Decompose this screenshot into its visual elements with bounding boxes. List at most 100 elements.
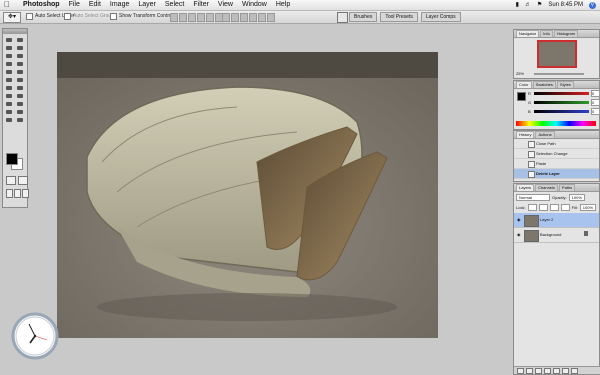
pen-tool-icon[interactable] — [4, 100, 14, 107]
layer-row-layer-2[interactable]: ◉ Layer 2 — [514, 213, 599, 228]
menu-view[interactable]: View — [218, 1, 233, 9]
magic-wand-tool-icon[interactable] — [15, 44, 25, 51]
lock-image-icon[interactable] — [538, 204, 548, 211]
volume-icon[interactable]: ♬ — [525, 1, 531, 9]
screen-mode-full-icon[interactable] — [22, 189, 29, 198]
tab-styles[interactable]: Styles — [556, 81, 574, 88]
adjustment-layer-icon[interactable] — [553, 367, 560, 374]
distribute-center-icon[interactable] — [258, 13, 266, 22]
auto-select-groups-checkbox[interactable] — [64, 13, 71, 20]
history-item-selected[interactable]: Delete Layer — [514, 169, 599, 179]
foreground-color-swatch[interactable] — [6, 153, 18, 165]
move-tool-preset-icon[interactable]: ✥▾ — [3, 12, 21, 23]
type-tool-icon[interactable] — [15, 92, 25, 99]
history-item[interactable]: Paste — [514, 159, 599, 169]
quick-mask-icon[interactable] — [18, 176, 28, 185]
document-icon[interactable] — [337, 12, 348, 23]
tab-info[interactable]: Info — [540, 30, 553, 37]
align-top-icon[interactable] — [170, 13, 178, 22]
channel-b-value[interactable]: 0 — [591, 108, 600, 115]
history-item[interactable]: Close Path — [514, 139, 599, 149]
align-left-icon[interactable] — [197, 13, 205, 22]
navigator-zoom-value[interactable]: 25% — [516, 71, 524, 76]
screen-mode-standard-icon[interactable] — [6, 189, 13, 198]
history-brush-icon[interactable] — [15, 68, 25, 75]
crop-tool-icon[interactable] — [4, 52, 14, 59]
zoom-tool-icon[interactable] — [15, 116, 25, 123]
channel-r-slider[interactable] — [534, 92, 589, 95]
menu-file[interactable]: File — [69, 1, 80, 9]
menu-layer[interactable]: Layer — [138, 1, 156, 9]
tab-layer-comps[interactable]: Layer Comps — [420, 12, 461, 22]
tab-swatches[interactable]: Swatches — [532, 81, 556, 88]
new-layer-icon[interactable] — [562, 367, 569, 374]
tab-tool-presets[interactable]: Tool Presets — [380, 12, 418, 22]
align-bottom-icon[interactable] — [188, 13, 196, 22]
menu-filter[interactable]: Filter — [193, 1, 209, 9]
path-selection-icon[interactable] — [4, 92, 14, 99]
menu-photoshop[interactable]: Photoshop — [23, 1, 60, 9]
menu-help[interactable]: Help — [276, 1, 290, 9]
opacity-field[interactable]: 100% — [568, 194, 585, 201]
layer-row-background[interactable]: ◉ Background — [514, 228, 599, 243]
notes-tool-icon[interactable] — [4, 108, 14, 115]
tab-histogram[interactable]: Histogram — [553, 30, 579, 37]
channel-g-slider[interactable] — [534, 101, 589, 104]
gradient-tool-icon[interactable] — [15, 76, 25, 83]
lock-position-icon[interactable] — [549, 204, 559, 211]
healing-brush-icon[interactable] — [4, 60, 14, 67]
lock-transparency-icon[interactable] — [527, 204, 537, 211]
tab-actions[interactable]: Actions — [535, 131, 555, 138]
menu-image[interactable]: Image — [110, 1, 129, 9]
screen-mode-fullmenu-icon[interactable] — [14, 189, 21, 198]
align-center-icon[interactable] — [206, 13, 214, 22]
marquee-tool-icon[interactable] — [4, 36, 14, 43]
align-middle-icon[interactable] — [179, 13, 187, 22]
auto-select-groups-option[interactable]: Auto Select Groups — [64, 13, 116, 20]
layer-mask-icon[interactable] — [535, 367, 542, 374]
color-foreground-swatch[interactable] — [517, 92, 526, 101]
lock-all-icon[interactable] — [560, 204, 570, 211]
menu-window[interactable]: Window — [242, 1, 267, 9]
standard-mode-icon[interactable] — [6, 176, 16, 185]
move-tool-icon[interactable] — [15, 36, 25, 43]
eraser-tool-icon[interactable] — [4, 76, 14, 83]
tab-color[interactable]: Color — [516, 81, 532, 88]
tab-brushes[interactable]: Brushes — [349, 12, 378, 22]
distribute-right-icon[interactable] — [267, 13, 275, 22]
history-item[interactable]: Selection Change — [514, 149, 599, 159]
channel-g-value[interactable]: 0 — [591, 99, 600, 106]
blend-mode-select[interactable]: Normal — [516, 194, 550, 201]
hand-tool-icon[interactable] — [4, 116, 14, 123]
blur-tool-icon[interactable] — [4, 84, 14, 91]
distribute-bottom-icon[interactable] — [240, 13, 248, 22]
fill-field[interactable]: 100% — [579, 204, 597, 211]
eye-icon[interactable]: ◉ — [517, 232, 521, 237]
battery-icon[interactable]: ▮ — [516, 1, 519, 9]
spotlight-icon[interactable]: ⚲ — [589, 1, 596, 9]
eyedropper-tool-icon[interactable] — [15, 108, 25, 115]
brush-tool-icon[interactable] — [15, 60, 25, 67]
flag-icon[interactable]: ⚑ — [537, 1, 542, 9]
new-group-icon[interactable] — [544, 367, 551, 374]
tab-navigator[interactable]: Navigator — [516, 30, 540, 37]
tab-channels[interactable]: Channels — [535, 184, 558, 191]
navigator-thumbnail[interactable] — [537, 40, 577, 68]
dodge-tool-icon[interactable] — [15, 84, 25, 91]
slice-tool-icon[interactable] — [15, 52, 25, 59]
apple-icon[interactable]:  — [4, 1, 10, 9]
channel-r-value[interactable]: 0 — [591, 90, 600, 97]
show-transform-controls-checkbox[interactable] — [110, 13, 117, 20]
tab-layers[interactable]: Layers — [516, 184, 535, 191]
lasso-tool-icon[interactable] — [4, 44, 14, 51]
clone-stamp-icon[interactable] — [4, 68, 14, 75]
menubar-clock[interactable]: Sun 8:45 PM — [548, 1, 583, 9]
zoom-slider[interactable] — [534, 73, 584, 75]
color-ramp[interactable] — [516, 121, 596, 126]
shape-tool-icon[interactable] — [15, 100, 25, 107]
menu-edit[interactable]: Edit — [89, 1, 101, 9]
layer-style-icon[interactable] — [526, 367, 533, 374]
document-canvas[interactable] — [57, 52, 438, 338]
link-layers-icon[interactable] — [517, 367, 524, 374]
tab-paths[interactable]: Paths — [558, 184, 576, 191]
